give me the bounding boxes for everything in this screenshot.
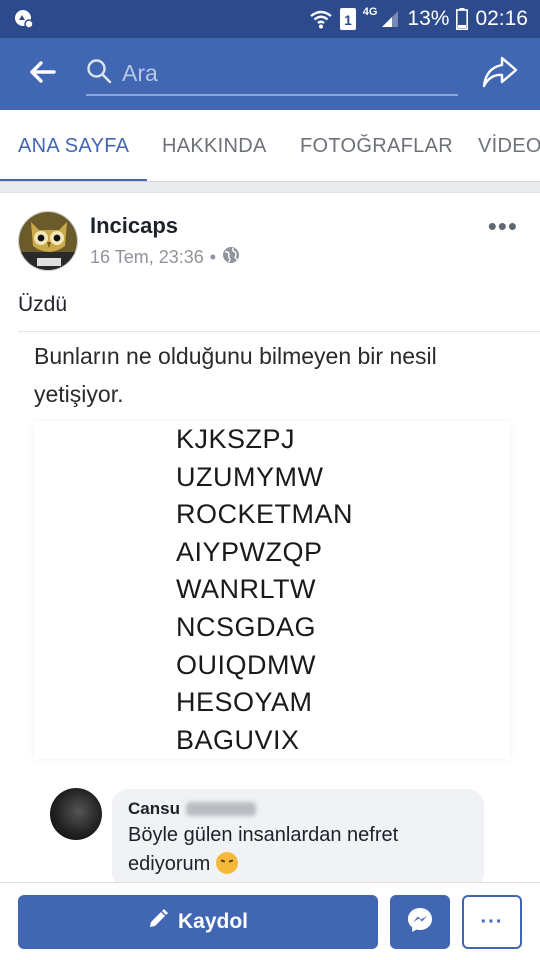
battery-icon bbox=[456, 8, 469, 30]
signup-button[interactable]: Kaydol bbox=[18, 895, 378, 949]
cheat-code: HESOYAM bbox=[176, 687, 313, 718]
tab-videolar[interactable]: VİDEOLAR bbox=[478, 110, 540, 181]
cheat-code-box: KJKSZPJ UZUMYMW ROCKETMAN AIYPWZQP WANRL… bbox=[34, 421, 510, 759]
tab-fotograflar[interactable]: FOTOĞRAFLAR bbox=[300, 110, 453, 181]
blurred-surname bbox=[185, 802, 256, 816]
cheat-code: ROCKETMAN bbox=[176, 499, 354, 530]
search-icon bbox=[86, 58, 112, 89]
post-card: Incicaps 16 Tem, 23:36 • ••• Üzdü Bunlar… bbox=[0, 192, 540, 893]
post-divider bbox=[18, 331, 540, 332]
wifi-icon bbox=[309, 9, 333, 29]
search-input[interactable] bbox=[122, 59, 422, 87]
post-timestamp[interactable]: 16 Tem, 23:36 bbox=[90, 247, 204, 268]
share-icon bbox=[482, 56, 518, 93]
image-caption: Bunların ne olduğunu bilmeyen bir nesil … bbox=[34, 343, 437, 407]
page-tabs: ANA SAYFA HAKKINDA FOTOĞRAFLAR VİDEOLAR bbox=[0, 110, 540, 182]
comment-text-body: Böyle gülen insanlardan nefret ediyorum bbox=[128, 824, 399, 875]
more-options-button[interactable]: ··· bbox=[462, 895, 522, 949]
meta-separator: • bbox=[209, 247, 217, 267]
comment-avatar bbox=[50, 788, 102, 840]
cheat-code: WANRLTW bbox=[176, 574, 316, 605]
comment-bubble: Cansu Böyle gülen insanlardan nefret edi… bbox=[112, 789, 484, 889]
sim-label: 1 bbox=[344, 12, 352, 28]
post-image[interactable]: Bunların ne olduğunu bilmeyen bir nesil … bbox=[0, 333, 540, 893]
cheat-code: KJKSZPJ bbox=[176, 424, 296, 454]
search-bar[interactable] bbox=[86, 52, 458, 96]
network-type-label: 4G bbox=[362, 6, 378, 18]
notification-icon bbox=[14, 9, 34, 29]
tab-ana-sayfa[interactable]: ANA SAYFA bbox=[0, 110, 148, 181]
messenger-icon bbox=[406, 906, 434, 939]
angry-face-icon bbox=[215, 852, 238, 874]
pencil-icon bbox=[148, 909, 168, 935]
comment-author: Cansu bbox=[128, 799, 256, 819]
cheat-code: NCSGDAG bbox=[176, 611, 317, 642]
tab-hakkinda[interactable]: HAKKINDA bbox=[162, 110, 267, 181]
globe-icon bbox=[222, 246, 240, 269]
cheat-code: UZUMYMW bbox=[176, 461, 324, 492]
comment-text: Böyle gülen insanlardan nefret ediyorum bbox=[128, 821, 468, 879]
messenger-button[interactable] bbox=[390, 895, 450, 949]
back-button[interactable] bbox=[0, 38, 84, 110]
status-time: 02:16 bbox=[475, 7, 528, 30]
cheat-code: OUIQDMW bbox=[176, 649, 316, 680]
bottom-action-bar: Kaydol ··· bbox=[0, 882, 540, 960]
comment-author-name: Cansu bbox=[128, 799, 180, 818]
share-button[interactable] bbox=[480, 54, 520, 94]
signup-label: Kaydol bbox=[177, 910, 248, 933]
post-meta: 16 Tem, 23:36 • bbox=[90, 246, 240, 269]
status-bar: 1 4G 13% 02:16 bbox=[0, 0, 540, 38]
top-navigation-bar bbox=[0, 38, 540, 110]
signal-icon bbox=[380, 9, 400, 29]
post-more-button[interactable]: ••• bbox=[488, 211, 518, 242]
cheat-code-list: KJKSZPJ UZUMYMW ROCKETMAN AIYPWZQP WANRL… bbox=[176, 421, 353, 759]
post-text: Üzdü bbox=[18, 293, 68, 316]
cheat-code: BAGUVIX bbox=[176, 724, 300, 755]
battery-percent: 13% bbox=[407, 7, 450, 30]
page-avatar[interactable] bbox=[18, 211, 78, 271]
cheat-code: AIYPWZQP bbox=[176, 536, 323, 567]
sim-icon: 1 bbox=[339, 8, 356, 30]
arrow-left-icon bbox=[28, 60, 56, 89]
page-name[interactable]: Incicaps bbox=[90, 213, 178, 239]
